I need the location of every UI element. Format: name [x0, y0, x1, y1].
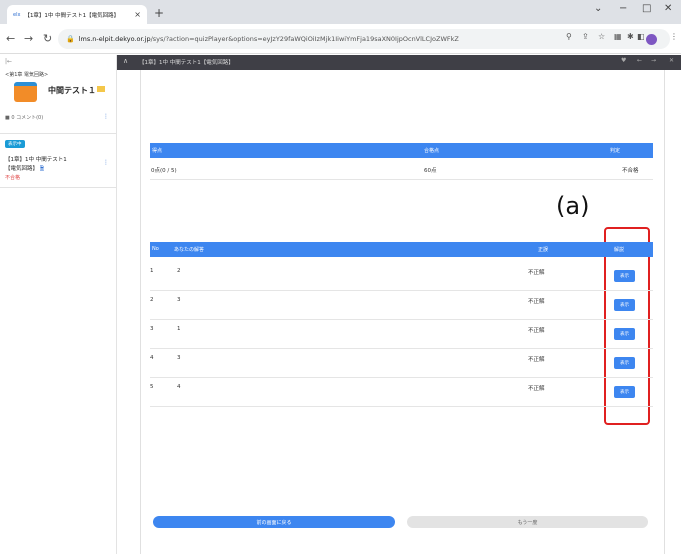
answer-header: あなたの解答	[174, 247, 205, 253]
view-explanation-button[interactable]: 表示	[614, 328, 635, 340]
extension-icon[interactable]: ▦	[614, 32, 622, 41]
comment-count[interactable]: ■ 0 コメント(0)	[5, 114, 43, 121]
maximize-icon[interactable]: □	[642, 3, 651, 14]
status-badge: 表示中	[5, 140, 25, 148]
row-divider	[150, 348, 653, 349]
judge-header: 判定	[610, 148, 621, 154]
row-divider	[150, 319, 653, 320]
player-header: ∧ 【1章】1中 中間テスト1【電気回路】 ♥ ← → ✕	[117, 55, 681, 70]
course-title: 中間テスト１	[48, 86, 96, 95]
row-divider	[150, 377, 653, 378]
view-explanation-button[interactable]: 表示	[614, 299, 635, 311]
share-icon[interactable]: ⇪	[582, 32, 589, 41]
sidepanel-icon[interactable]: ◧	[637, 32, 645, 41]
close-tab-icon[interactable]: ×	[134, 10, 141, 19]
retry-button[interactable]: もう一度	[407, 516, 648, 528]
row-correct: 不正解	[528, 386, 545, 392]
puzzle-icon[interactable]: ✱	[627, 32, 634, 41]
row-divider	[150, 406, 653, 407]
summary-header: 得点 合格点 判定	[150, 143, 653, 158]
pass-value: 60点	[424, 168, 437, 174]
lesson-item-subtitle[interactable]: 【電気回路】 🗎	[5, 164, 44, 174]
course-sidebar: |← <第1章 電気回路> 中間テスト１ ■ 0 コメント(0) ⋮ 表示中 【…	[0, 55, 117, 554]
url-text: lms.n-elpit.dekyo.or.jp/sys/?action=quiz…	[78, 35, 459, 43]
chapter-label: <第1章 電気回路>	[5, 72, 49, 78]
address-bar: ← → ↻ 🔒 lms.n-elpit.dekyo.or.jp/sys/?act…	[0, 24, 681, 54]
correct-header: 正誤	[538, 247, 549, 253]
no-header: No	[152, 246, 159, 252]
forward-icon[interactable]: →	[24, 32, 33, 45]
row-divider	[150, 290, 653, 291]
back-button[interactable]: 前の画面に戻る	[153, 516, 395, 528]
next-icon[interactable]: →	[651, 57, 656, 64]
row-no: 5	[150, 384, 154, 390]
results-header: No あなたの解答 正誤 解説	[150, 242, 653, 257]
chevron-up-icon[interactable]: ∧	[123, 57, 128, 65]
row-answer: 3	[177, 355, 181, 361]
lesson-options-icon[interactable]: ⋮	[103, 159, 109, 166]
favicon-icon: elx	[13, 11, 21, 18]
row-correct: 不正解	[528, 357, 545, 363]
view-explanation-button[interactable]: 表示	[614, 357, 635, 369]
lock-icon: 🔒	[66, 35, 75, 43]
annotation-label: (a)	[556, 192, 590, 220]
new-tab-icon[interactable]: +	[154, 6, 164, 20]
browser-tab-bar: elx 【1章】1中 中間テスト1【電気回路】 × + ⌄ − □ ✕	[0, 0, 681, 24]
lesson-status: 不合格	[5, 175, 21, 181]
menu-dots-icon[interactable]: ⋮	[670, 32, 678, 41]
row-answer: 3	[177, 297, 181, 303]
reload-icon[interactable]: ↻	[43, 32, 52, 45]
close-window-icon[interactable]: ✕	[664, 3, 672, 14]
course-icon	[14, 82, 37, 102]
row-no: 1	[150, 268, 154, 274]
url-input[interactable]: 🔒 lms.n-elpit.dekyo.or.jp/sys/?action=qu…	[58, 29, 670, 49]
close-player-icon[interactable]: ✕	[669, 57, 674, 64]
row-correct: 不正解	[528, 270, 545, 276]
lesson-item-title[interactable]: 【1章】1中 中間テスト1	[5, 155, 67, 163]
row-no: 2	[150, 297, 154, 303]
score-value: 0点(0 / 5)	[151, 168, 177, 174]
row-answer: 1	[177, 326, 181, 332]
row-no: 4	[150, 355, 154, 361]
back-icon[interactable]: ←	[6, 32, 15, 45]
prev-icon[interactable]: ←	[637, 57, 642, 64]
row-answer: 4	[177, 384, 181, 390]
score-header: 得点	[152, 148, 163, 154]
heart-icon[interactable]: ♥	[621, 57, 626, 64]
pass-header: 合格点	[424, 148, 440, 154]
divider	[0, 133, 117, 134]
collapse-icon[interactable]: |←	[5, 58, 12, 65]
row-divider	[150, 179, 653, 180]
document-icon: 🗎	[39, 166, 45, 172]
row-correct: 不正解	[528, 299, 545, 305]
row-answer: 2	[177, 268, 181, 274]
divider	[0, 187, 117, 188]
judge-value: 不合格	[622, 168, 639, 174]
folder-icon	[97, 86, 105, 92]
more-options-icon[interactable]: ⋮	[103, 113, 109, 120]
player-title: 【1章】1中 中間テスト1【電気回路】	[139, 60, 234, 66]
view-explanation-button[interactable]: 表示	[614, 386, 635, 398]
explain-header: 解説	[614, 247, 625, 253]
profile-avatar[interactable]	[646, 34, 657, 45]
row-no: 3	[150, 326, 154, 332]
chevron-down-icon[interactable]: ⌄	[594, 3, 602, 14]
bookmark-star-icon[interactable]: ☆	[598, 32, 605, 41]
search-icon[interactable]: ⚲	[566, 32, 572, 41]
minimize-icon[interactable]: −	[619, 3, 627, 14]
browser-tab[interactable]: elx 【1章】1中 中間テスト1【電気回路】 ×	[7, 5, 147, 24]
row-correct: 不正解	[528, 328, 545, 334]
tab-title: 【1章】1中 中間テスト1【電気回路】	[24, 12, 120, 19]
view-explanation-button[interactable]: 表示	[614, 270, 635, 282]
